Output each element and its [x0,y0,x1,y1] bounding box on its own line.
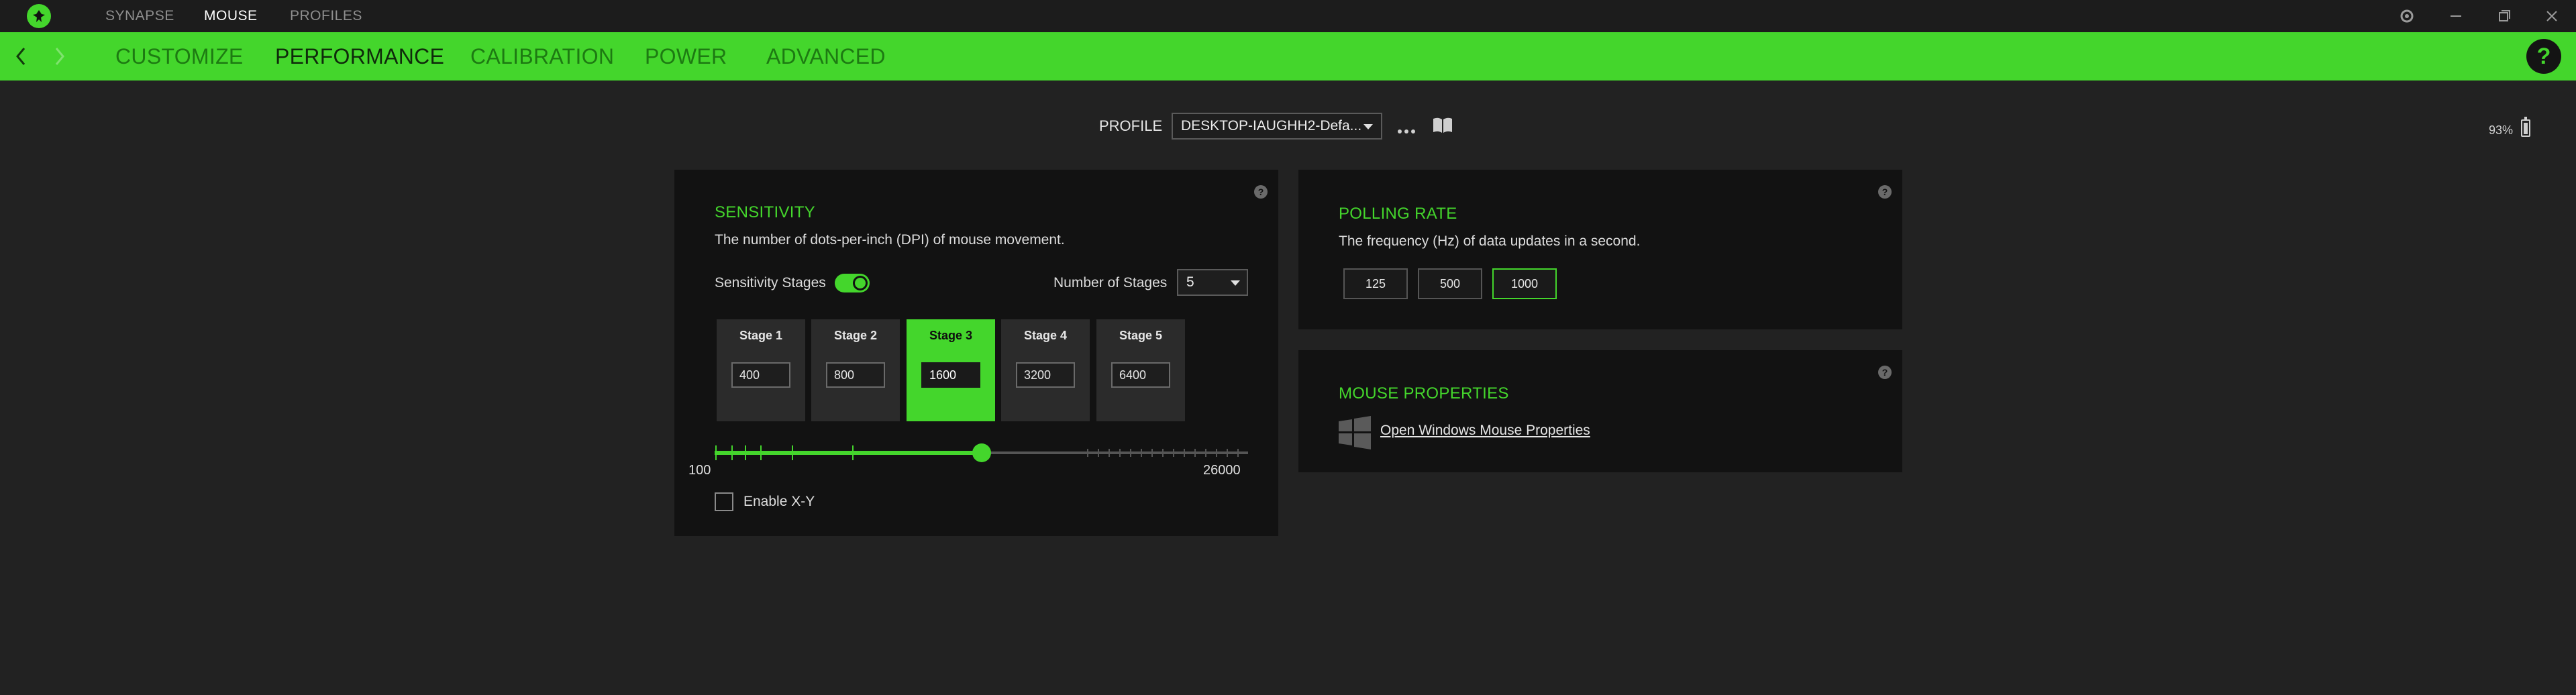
chevron-down-icon [1231,280,1240,286]
sensitivity-title: SENSITIVITY [715,203,815,221]
tab-calibration[interactable]: CALIBRATION [470,32,614,81]
stage-card-4[interactable]: Stage 4 3200 [1001,319,1090,421]
slider-tick [1151,449,1153,457]
slider-tick [1173,449,1174,457]
slider-tick [1237,449,1239,457]
minimize-icon[interactable] [2446,6,2466,26]
stage-dpi-input[interactable]: 6400 [1111,362,1170,388]
polling-rate-panel [1298,170,1902,329]
profile-dropdown[interactable]: DESKTOP-IAUGHH2-Defa... [1172,113,1382,140]
dpi-slider-handle[interactable] [972,443,991,462]
slider-tick [1184,449,1185,457]
sensitivity-stages-toggle[interactable] [835,274,870,292]
tab-customize[interactable]: CUSTOMIZE [115,32,244,81]
polling-option-1000[interactable]: 1000 [1492,268,1557,299]
chevron-down-icon [1363,124,1373,129]
number-of-stages-dropdown[interactable]: 5 [1177,269,1248,296]
stage-card-2[interactable]: Stage 2 800 [811,319,900,421]
number-of-stages-value: 5 [1186,274,1194,290]
stage-label: Stage 4 [1023,329,1068,342]
mouse-properties-panel [1298,350,1902,472]
enable-xy-checkbox[interactable] [715,492,733,511]
slider-stage-tick [731,445,733,460]
mouse-properties-info-icon[interactable]: ? [1878,366,1892,379]
forward-arrow-icon[interactable] [48,43,71,70]
stage-label: Stage 2 [833,329,878,342]
slider-tick [1109,449,1110,457]
stage-dpi-input[interactable]: 1600 [921,362,980,388]
slider-stage-tick [792,445,793,460]
slider-min-label: 100 [688,463,711,478]
slider-tick [1119,449,1121,457]
stage-label: Stage 1 [739,329,783,342]
sensitivity-stages-label: Sensitivity Stages [715,275,826,290]
slider-tick [1194,449,1196,457]
tab-performance[interactable]: PERFORMANCE [275,32,444,81]
slider-tick [1227,449,1228,457]
polling-option-125[interactable]: 125 [1343,268,1408,299]
stage-card-1[interactable]: Stage 1 400 [717,319,805,421]
nav-profiles[interactable]: PROFILES [290,0,362,32]
stage-dpi-input[interactable]: 800 [826,362,885,388]
slider-stage-tick [745,445,746,460]
stage-label: Stage 5 [1119,329,1163,342]
slider-tick [1216,449,1217,457]
close-icon[interactable] [2542,6,2562,26]
polling-rate-title: POLLING RATE [1339,205,1457,223]
section-tabs-bar: CUSTOMIZE PERFORMANCE CALIBRATION POWER … [0,32,2576,81]
dpi-slider-fill [715,451,981,455]
slider-tick [1205,449,1206,457]
polling-rate-description: The frequency (Hz) of data updates in a … [1339,233,1641,249]
title-bar: SYNAPSE MOUSE PROFILES [0,0,2576,32]
slider-max-label: 26000 [1203,463,1241,478]
enable-xy-label: Enable X-Y [743,494,815,509]
windows-logo-icon [1337,416,1372,453]
tab-advanced[interactable]: ADVANCED [766,32,886,81]
battery-icon [2521,117,2530,137]
stage-card-3[interactable]: Stage 3 1600 [907,319,995,421]
more-options-icon[interactable] [1398,125,1418,137]
stage-label: Stage 3 [929,329,973,342]
slider-tick [1098,449,1099,457]
number-of-stages-label: Number of Stages [1053,275,1168,290]
polling-info-icon[interactable]: ? [1878,185,1892,199]
slider-tick [1162,449,1164,457]
stage-dpi-input[interactable]: 400 [731,362,790,388]
profile-label: PROFILE [1099,117,1163,134]
maximize-icon[interactable] [2494,6,2514,26]
tab-power[interactable]: POWER [645,32,727,81]
polling-option-500[interactable]: 500 [1418,268,1482,299]
slider-stage-tick [760,445,762,460]
slider-tick [1087,449,1088,457]
settings-icon[interactable] [2397,6,2417,26]
book-icon[interactable] [1432,116,1453,138]
nav-synapse[interactable]: SYNAPSE [105,0,174,32]
sensitivity-description: The number of dots-per-inch (DPI) of mou… [715,232,1065,248]
back-arrow-icon[interactable] [9,43,32,70]
nav-mouse[interactable]: MOUSE [204,0,258,32]
profile-selected-value: DESKTOP-IAUGHH2-Defa... [1181,118,1362,133]
help-icon[interactable]: ? [2526,39,2561,74]
mouse-properties-title: MOUSE PROPERTIES [1339,384,1509,403]
slider-tick [1130,449,1131,457]
stage-card-5[interactable]: Stage 5 6400 [1096,319,1185,421]
battery-percent: 93% [2489,123,2514,137]
open-windows-mouse-properties-link[interactable]: Open Windows Mouse Properties [1380,423,1590,439]
slider-stage-tick [852,445,854,460]
stage-dpi-input[interactable]: 3200 [1016,362,1075,388]
razer-logo-icon[interactable] [27,4,51,28]
sensitivity-info-icon[interactable]: ? [1254,185,1268,199]
slider-stage-tick [715,445,717,460]
slider-tick [1141,449,1142,457]
